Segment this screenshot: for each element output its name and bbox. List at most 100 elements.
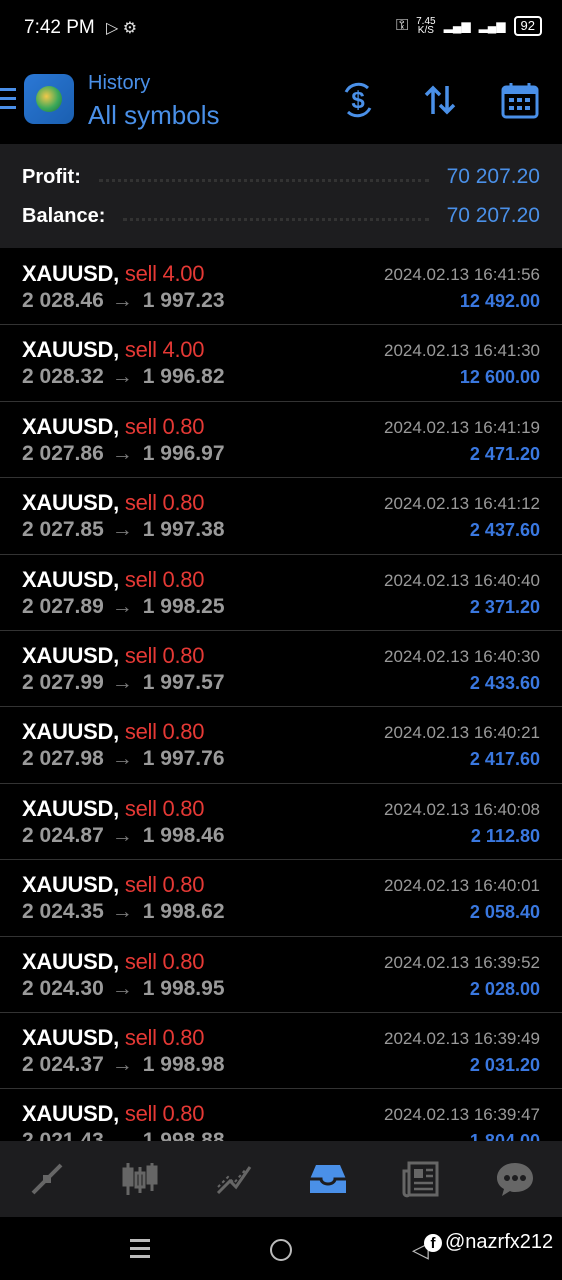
deal-symbol: XAUUSD, sell 0.80: [22, 1024, 205, 1050]
signal-icon-2: ▂▄▆: [478, 19, 506, 33]
close-price: 1 998.98: [142, 1052, 225, 1076]
open-price: 2 028.46: [22, 289, 104, 312]
deal-profit: 12 600.00: [459, 367, 540, 388]
open-price: 2 027.89: [22, 594, 104, 618]
profit-label: Profit:: [22, 165, 81, 188]
profit-row: Profit: 70 207.20: [22, 162, 540, 192]
deal-profit: 2 437.60: [469, 520, 540, 541]
close-price: 1 998.46: [142, 823, 225, 847]
nav-trade[interactable]: [210, 1155, 258, 1203]
deal-row[interactable]: XAUUSD, sell 0.80 2 021.43 → 1 998.88 2024.02…: [0, 1089, 562, 1141]
deal-profit: 2 058.40: [469, 902, 540, 923]
status-bar: 7:42 PM ▷ ⚙ ⚿ 7.45 K/S ▂▄▆ ▂▄▆ 92: [0, 0, 562, 58]
symbol-filter[interactable]: All symbols: [88, 100, 219, 131]
deal-row[interactable]: XAUUSD, sell 0.80 2 027.99 → 1 997.57 2024.02…: [0, 631, 562, 708]
deal-row[interactable]: XAUUSD, sell 4.00 2 028.32 → 1 996.82 2024.02…: [0, 325, 562, 402]
close-price: 1 998.95: [142, 976, 225, 1000]
deal-prices: 2 027.86 → 1 996.97: [22, 442, 225, 466]
deal-row[interactable]: XAUUSD, sell 0.80 2 024.87 → 1 998.46 2024.02…: [0, 784, 562, 861]
arrow-icon: →: [111, 747, 133, 771]
deal-profit: 2 417.60: [469, 749, 540, 770]
open-price: 2 027.85: [22, 518, 104, 542]
deal-row[interactable]: XAUUSD, sell 0.80 2 024.37 → 1 998.98 2024.02…: [0, 1013, 562, 1090]
deal-profit: 2 028.00: [469, 978, 540, 999]
close-price: 1 996.97: [142, 441, 225, 465]
notification-icons: ▷ ⚙: [106, 20, 138, 37]
deal-time: 2024.02.13 16:40:30: [384, 646, 540, 666]
system-nav-bar: ◁ f @nazrfx212: [0, 1217, 562, 1280]
facebook-icon: f: [424, 1233, 442, 1252]
deal-prices: 2 024.87 → 1 998.46: [22, 824, 225, 848]
close-price: 1 997.57: [142, 670, 225, 694]
network-speed: 7.45 K/S: [416, 16, 436, 36]
deal-list[interactable]: XAUUSD, sell 4.00 2 028.46 → 1 997.23 2024.02…: [0, 249, 562, 1141]
arrow-icon: →: [111, 594, 133, 618]
arrow-icon: →: [111, 900, 133, 924]
deal-row[interactable]: XAUUSD, sell 4.00 2 028.46 → 1 997.23 2024.02…: [0, 249, 562, 326]
summary-panel: Profit: 70 207.20 Balance: 70 207.20: [0, 144, 562, 248]
deposit-filter-icon[interactable]: $: [338, 80, 378, 120]
open-price: 2 024.35: [22, 900, 104, 924]
calendar-icon[interactable]: [500, 80, 540, 120]
nav-news[interactable]: [397, 1155, 445, 1203]
deal-row[interactable]: XAUUSD, sell 0.80 2 027.89 → 1 998.25 2024.02…: [0, 555, 562, 631]
nav-chart[interactable]: [116, 1155, 164, 1203]
profit-value: 70 207.20: [446, 165, 540, 188]
deal-prices: 2 028.46 → 1 997.23: [22, 289, 225, 313]
deal-row[interactable]: XAUUSD, sell 0.80 2 024.30 → 1 998.95 2024.02…: [0, 937, 562, 1013]
deal-time: 2024.02.13 16:41:30: [384, 341, 540, 361]
open-price: 2 027.86: [22, 441, 104, 465]
deal-symbol: XAUUSD, sell 4.00: [22, 337, 205, 363]
quotes-icon: [31, 1163, 63, 1195]
deal-time: 2024.02.13 16:39:52: [384, 952, 540, 972]
close-price: 1 997.23: [142, 289, 225, 312]
close-price: 1 997.38: [142, 518, 225, 542]
deal-prices: 2 027.98 → 1 997.76: [22, 747, 225, 771]
nav-history[interactable]: [304, 1155, 352, 1203]
deal-profit: 2 031.20: [469, 1054, 540, 1075]
deal-row[interactable]: XAUUSD, sell 0.80 2 027.85 → 1 997.38 2024.02…: [0, 478, 562, 555]
close-price: 1 998.25: [142, 594, 225, 618]
deal-symbol: XAUUSD, sell 0.80: [22, 490, 205, 516]
deal-side: sell 4.00: [124, 261, 205, 286]
deal-side: sell 0.80: [124, 642, 205, 668]
deal-row[interactable]: XAUUSD, sell 0.80 2 024.35 → 1 998.62 2024.02…: [0, 860, 562, 937]
battery-indicator: 92: [513, 16, 542, 36]
deal-prices: 2 021.43 → 1 998.88: [22, 1129, 225, 1141]
deal-side: sell 0.80: [124, 490, 205, 516]
deal-prices: 2 027.89 → 1 998.25: [22, 595, 225, 619]
deal-symbol: XAUUSD, sell 0.80: [22, 413, 205, 439]
menu-icon[interactable]: [0, 88, 16, 110]
deal-row[interactable]: XAUUSD, sell 0.80 2 027.98 → 1 997.76 2024.02…: [0, 707, 562, 784]
deal-time: 2024.02.13 16:39:47: [384, 1105, 540, 1125]
arrow-icon: →: [111, 1129, 133, 1141]
deal-side: sell 4.00: [124, 337, 205, 363]
deal-symbol: XAUUSD, sell 0.80: [22, 948, 205, 974]
deal-time: 2024.02.13 16:40:01: [384, 876, 540, 896]
deal-symbol: XAUUSD, sell 0.80: [22, 795, 205, 821]
deal-side: sell 0.80: [124, 948, 205, 974]
arrow-icon: →: [111, 289, 133, 312]
deal-symbol: XAUUSD, sell 4.00: [22, 261, 205, 286]
home-icon[interactable]: [270, 1239, 292, 1261]
deal-side: sell 0.80: [124, 795, 205, 821]
deal-prices: 2 024.30 → 1 998.95: [22, 977, 225, 1001]
recent-apps-icon[interactable]: [130, 1239, 150, 1263]
deal-side: sell 0.80: [124, 413, 205, 439]
sort-icon[interactable]: [420, 80, 460, 120]
deal-time: 2024.02.13 16:39:49: [384, 1028, 540, 1048]
arrow-icon: →: [111, 518, 133, 542]
deal-side: sell 0.80: [124, 1024, 205, 1050]
page-subtitle: History: [88, 72, 151, 94]
balance-row: Balance: 70 207.20: [22, 201, 540, 231]
nav-quotes[interactable]: [23, 1155, 71, 1203]
bottom-nav: [0, 1141, 562, 1217]
open-price: 2 027.98: [22, 747, 104, 771]
status-right: ⚿ 7.45 K/S ▂▄▆ ▂▄▆ 92: [396, 16, 542, 36]
nav-chat[interactable]: [491, 1155, 539, 1203]
deal-row[interactable]: XAUUSD, sell 0.80 2 027.86 → 1 996.97 2024.02…: [0, 402, 562, 479]
deal-profit: 1 804.00: [470, 1131, 540, 1141]
deal-side: sell 0.80: [124, 719, 205, 745]
deal-side: sell 0.80: [124, 1101, 205, 1127]
deal-symbol: XAUUSD, sell 0.80: [22, 566, 205, 592]
